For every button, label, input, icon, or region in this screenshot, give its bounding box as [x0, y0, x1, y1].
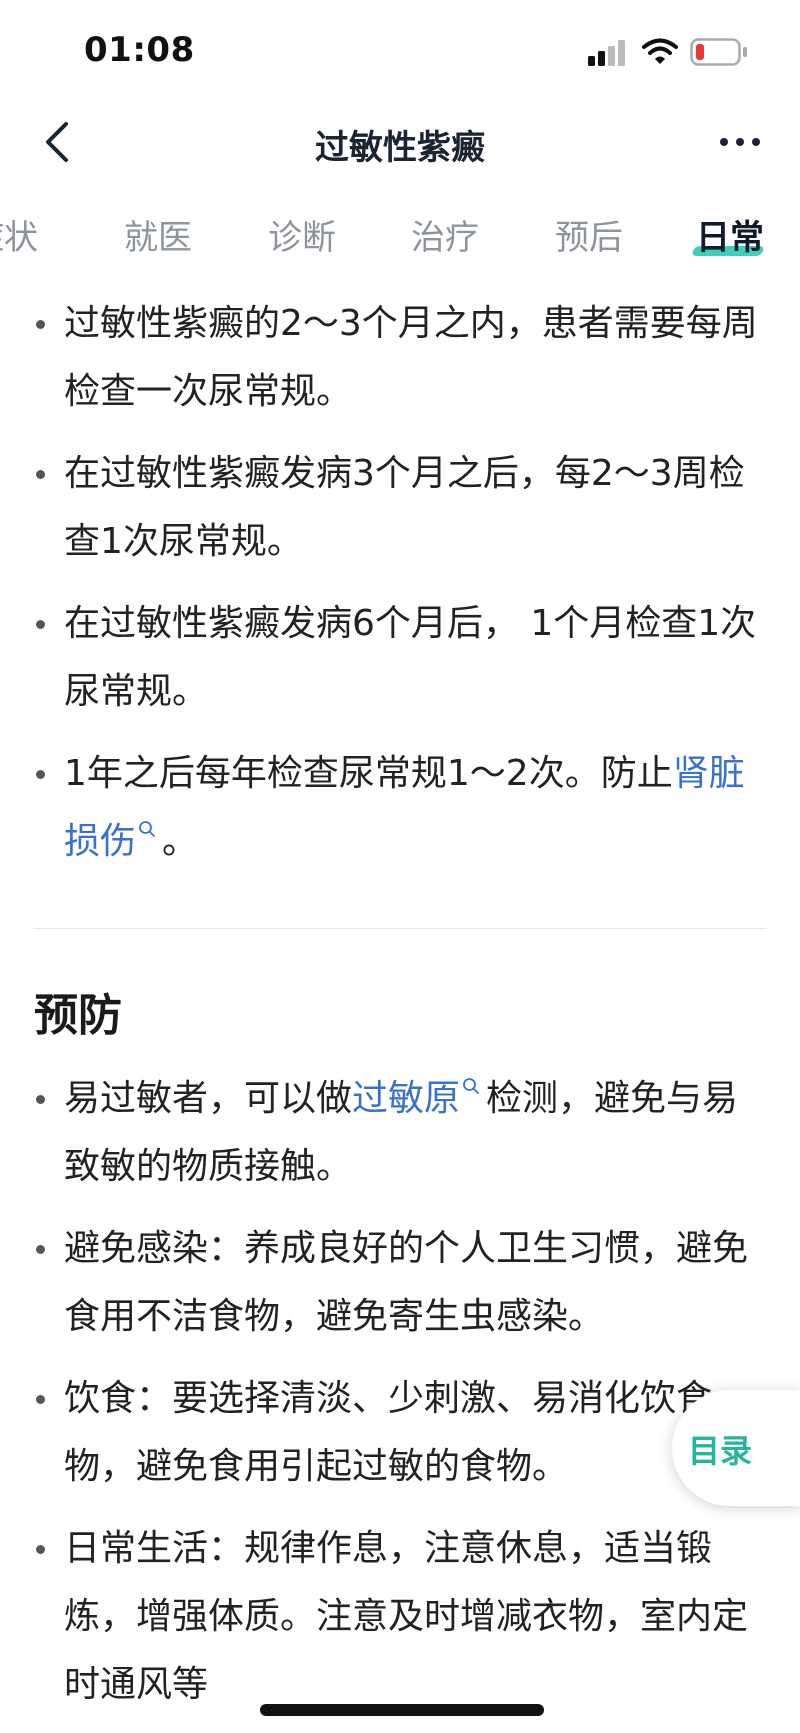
- bullet-dot: [36, 1095, 45, 1104]
- list-item: 过敏性紫癜的2～3个月之内，患者需要每周检查一次尿常规。: [0, 290, 800, 426]
- list-item-text: 避免感染：养成良好的个人卫生习惯，避免食用不洁食物，避免寄生虫感染。: [64, 1228, 749, 1337]
- list-item: 1年之后每年检查尿常规1～2次。防止肾脏损伤。: [0, 740, 800, 876]
- status-time: 01:08: [84, 30, 195, 70]
- bullet-dot: [36, 320, 45, 329]
- more-icon[interactable]: [716, 124, 764, 160]
- list-item-text: 饮食：要选择清淡、少刺激、易消化饮食物，避免食用引起过敏的食物。: [64, 1378, 713, 1487]
- list-item: 日常生活：规律作息，注意休息，适当锻炼，增强体质。注意及时增减衣物，室内定时通风…: [0, 1515, 800, 1719]
- tab-diagnosis[interactable]: 诊断: [268, 210, 336, 259]
- list-item-text: 1年之后每年检查尿常规1～2次。防止: [64, 753, 673, 794]
- bullet-dot: [36, 770, 45, 779]
- signal-icon: [588, 40, 625, 66]
- prevention-list: 易过敏者，可以做过敏原 检测，避免与易致敏的物质接触。 避免感染：养成良好的个人卫…: [0, 1065, 800, 1719]
- article-content: 过敏性紫癜的2～3个月之内，患者需要每周检查一次尿常规。 在过敏性紫癜发病3个月…: [0, 290, 800, 1733]
- list-item: 易过敏者，可以做过敏原 检测，避免与易致敏的物质接触。: [0, 1065, 800, 1201]
- tab-daily[interactable]: 日常: [696, 210, 764, 259]
- wifi-icon: [642, 38, 678, 64]
- list-item-text: 在过敏性紫癜发病3个月之后，每2～3周检查1次尿常规。: [64, 453, 745, 562]
- list-item: 在过敏性紫癜发病3个月之后，每2～3周检查1次尿常规。: [0, 440, 800, 576]
- bullet-dot: [36, 1545, 45, 1554]
- search-icon[interactable]: [138, 820, 156, 838]
- allergen-link[interactable]: 过敏原: [352, 1078, 460, 1119]
- bullet-dot: [36, 620, 45, 629]
- home-indicator[interactable]: [260, 1704, 544, 1716]
- bullet-dot: [36, 1245, 45, 1254]
- list-item-text: 在过敏性紫癜发病6个月后， 1个月检查1次尿常规。: [64, 603, 757, 712]
- section-title-prevention: 预防: [34, 990, 122, 1041]
- back-icon[interactable]: [40, 118, 76, 166]
- list-item-text: 日常生活：规律作息，注意休息，适当锻炼，增强体质。注意及时增减衣物，室内定时通风…: [64, 1528, 749, 1705]
- bullet-dot: [36, 1395, 45, 1404]
- page-title: 过敏性紫癜: [315, 128, 485, 168]
- bullet-dot: [36, 470, 45, 479]
- toc-label: 目录: [688, 1432, 753, 1470]
- list-item-text: 过敏性紫癜的2～3个月之内，患者需要每周检查一次尿常规。: [64, 303, 758, 412]
- search-icon[interactable]: [462, 1077, 480, 1095]
- list-item-text: 。: [162, 821, 199, 862]
- section-divider: [34, 928, 766, 929]
- toc-button[interactable]: 目录: [672, 1390, 800, 1506]
- nav-bar: 过敏性紫癜: [0, 100, 800, 184]
- tab-visit-doctor[interactable]: 就医: [124, 210, 192, 259]
- list-item-text: 易过敏者，可以做: [64, 1078, 353, 1119]
- status-bar: 01:08: [0, 0, 800, 100]
- battery-icon: [690, 38, 747, 66]
- tab-symptoms[interactable]: 症状: [0, 210, 38, 259]
- tab-treatment[interactable]: 治疗: [411, 210, 479, 259]
- list-item: 避免感染：养成良好的个人卫生习惯，避免食用不洁食物，避免寄生虫感染。: [0, 1215, 800, 1351]
- checkup-list: 过敏性紫癜的2～3个月之内，患者需要每周检查一次尿常规。 在过敏性紫癜发病3个月…: [0, 290, 800, 876]
- tab-bar: 症状 就医 诊断 治疗 预后 日常: [0, 196, 800, 268]
- tab-prognosis[interactable]: 预后: [555, 210, 623, 259]
- list-item: 在过敏性紫癜发病6个月后， 1个月检查1次尿常规。: [0, 590, 800, 726]
